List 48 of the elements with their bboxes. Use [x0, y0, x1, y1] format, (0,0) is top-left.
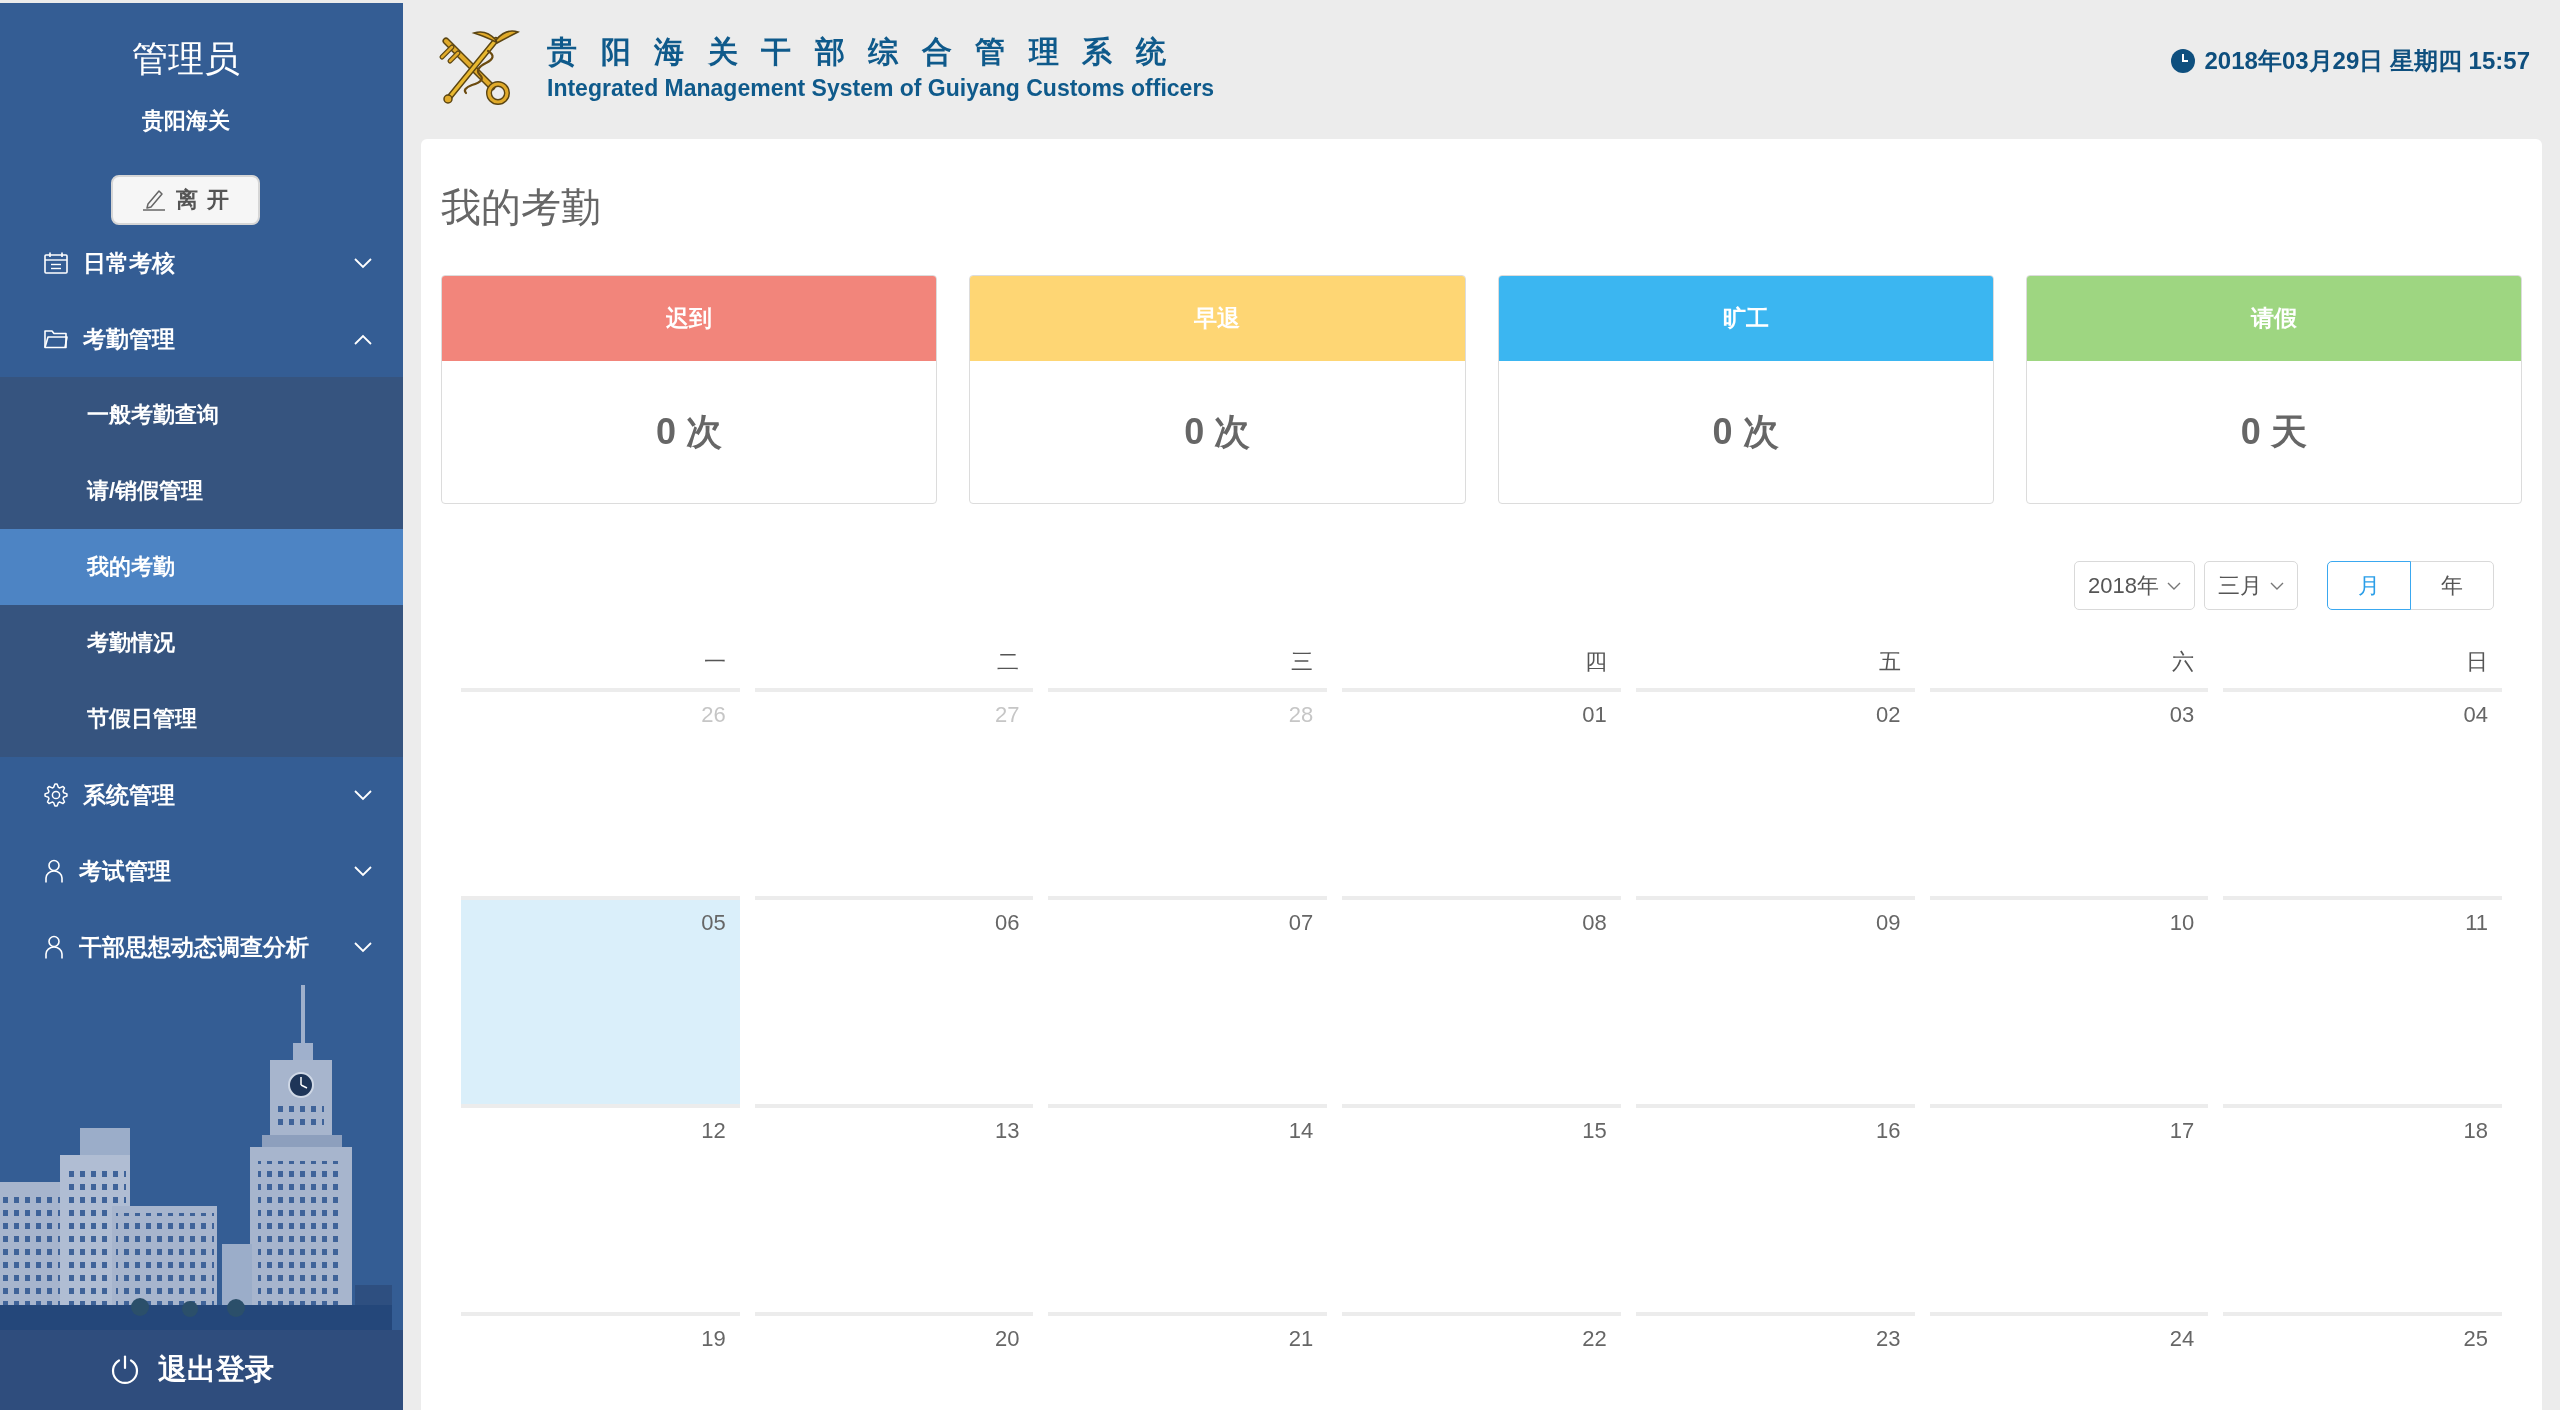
submenu-item[interactable]: 节假日管理 [0, 681, 403, 757]
page-title: 我的考勤 [441, 184, 601, 231]
stat-value: 0 次 [1712, 410, 1779, 454]
stat-card-header: 旷工 [1498, 276, 1993, 361]
system-subtitle: Integrated Management System of Guiyang Customs officers [547, 74, 1215, 103]
clock-icon [2170, 49, 2195, 73]
menu-item[interactable]: 考勤管理 [0, 301, 403, 377]
submenu-item[interactable]: 一般考勤查询 [0, 377, 403, 453]
gear-icon [44, 783, 68, 807]
chevron-down-icon [2270, 581, 2284, 590]
chevron-down-icon [2167, 581, 2181, 590]
submenu-item[interactable]: 请/销假管理 [0, 453, 403, 529]
pencil-icon [141, 189, 166, 211]
view-mode-tab[interactable]: 月 [2327, 561, 2411, 610]
stat-card-header: 请假 [2026, 276, 2521, 361]
submenu-item[interactable]: 考勤情况 [0, 605, 403, 681]
stat-card-header: 迟到 [442, 276, 937, 361]
logout-button[interactable]: 退出登录 [0, 1330, 403, 1410]
stat-value: 0 次 [1184, 410, 1251, 454]
folder-icon [44, 329, 68, 349]
menu-item[interactable]: 干部思想动态调查分析 [0, 909, 403, 985]
weekday-label: 四 [1584, 649, 1607, 674]
weekday-label: 日 [2466, 649, 2488, 674]
stat-value: 0 天 [2240, 410, 2307, 454]
person-icon [44, 935, 64, 959]
organization-name: 贵阳海关 [141, 107, 230, 135]
month-select[interactable]: 三月 [2204, 561, 2298, 610]
weekday-label: 三 [1291, 649, 1314, 674]
weekday-label: 五 [1878, 649, 1901, 674]
year-select[interactable]: 2018年 [2074, 561, 2195, 610]
stat-card-header: 早退 [970, 276, 1465, 361]
menu-item[interactable]: 系统管理 [0, 757, 403, 833]
weekday-label: 六 [2172, 649, 2195, 674]
power-icon [109, 1355, 140, 1385]
menu-item[interactable]: 考试管理 [0, 833, 403, 909]
calendar-icon [44, 252, 68, 274]
weekday-label: 一 [703, 649, 726, 674]
view-mode-tab[interactable]: 年 [2410, 561, 2494, 610]
current-datetime: 2018年03月29日 星期四 15:57 [2204, 47, 2530, 75]
leave-button[interactable]: 离开 [111, 175, 260, 225]
submenu-item[interactable]: 我的考勤 [0, 529, 403, 605]
person-icon [44, 859, 64, 883]
system-title: 贵阳海关干部综合管理系统 [547, 34, 1189, 70]
stat-value: 0 次 [656, 410, 723, 454]
menu-item[interactable]: 日常考核 [0, 225, 403, 301]
calendar-day-cell[interactable]: 05 [461, 896, 740, 1104]
user-name: 管理员 [131, 37, 240, 81]
weekday-label: 二 [997, 649, 1020, 674]
